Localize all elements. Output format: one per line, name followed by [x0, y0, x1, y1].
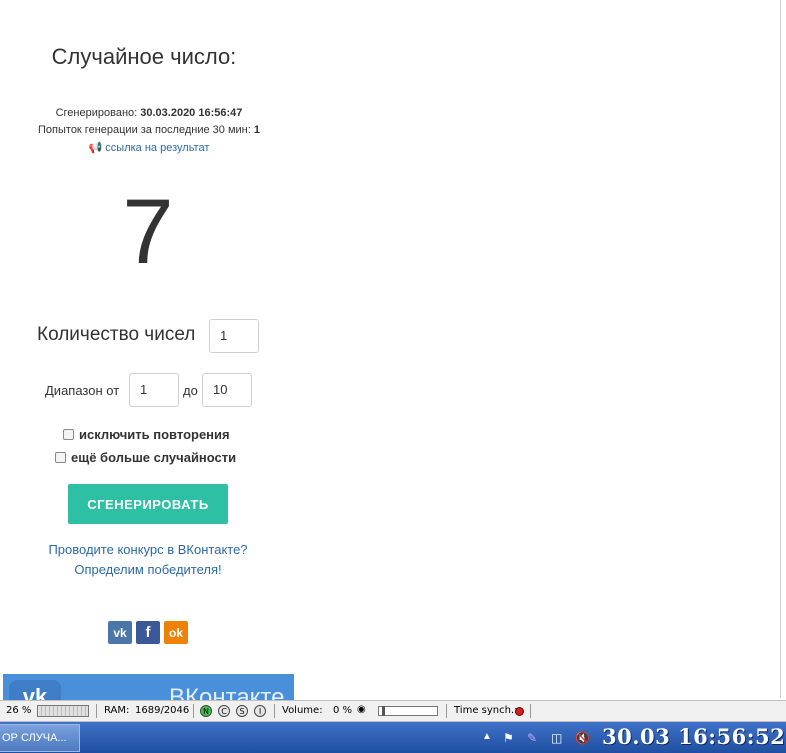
ram-label: RAM:	[104, 705, 130, 716]
cpu-graph	[37, 705, 89, 717]
result-link-label[interactable]: ссылка на результат	[105, 142, 209, 154]
system-status-bar: 26 % RAM: 1689/2046 N C S I Volume: 0 % …	[0, 700, 786, 722]
generated-value: 30.03.2020 16:56:47	[140, 107, 243, 119]
generate-button[interactable]: СГЕНЕРИРОВАТЬ	[68, 484, 228, 524]
exclude-repeats-checkbox[interactable]	[63, 429, 74, 440]
more-random-option[interactable]: ещё больше случайности	[55, 450, 236, 465]
share-vk-button[interactable]: vk	[108, 621, 132, 644]
net-n-indicator[interactable]: N	[200, 705, 212, 717]
separator	[446, 704, 447, 718]
exclude-repeats-label[interactable]: исключить повторения	[79, 427, 230, 442]
volume-label: Volume:	[282, 705, 323, 716]
separator	[96, 704, 97, 718]
pen-icon[interactable]: ✎	[527, 731, 537, 745]
range-to-input[interactable]: 10	[202, 373, 252, 407]
volume-slider[interactable]	[378, 706, 438, 716]
network-icon[interactable]: ◫	[551, 731, 562, 745]
share-facebook-button[interactable]: f	[136, 621, 160, 644]
range-from-label: Диапазон от	[45, 383, 120, 398]
share-odnoklassniki-button[interactable]: ok	[164, 621, 188, 644]
result-link[interactable]: 📢 ссылка на результат	[0, 141, 298, 154]
exclude-repeats-option[interactable]: исключить повторения	[63, 427, 230, 442]
separator	[193, 704, 194, 718]
find-winner-link[interactable]: Определим победителя!	[0, 562, 296, 577]
time-synch-label: Time synch.:	[454, 705, 518, 716]
net-c-indicator[interactable]: C	[218, 705, 230, 717]
speaker-icon[interactable]: ◉	[357, 704, 366, 715]
attempts-info: Попыток генерации за последние 30 мин: 1	[0, 124, 298, 136]
taskbar-window-button[interactable]: ОР СЛУЧА...	[0, 724, 80, 752]
more-random-checkbox[interactable]	[55, 452, 66, 463]
count-label: Количество чисел	[37, 324, 196, 345]
attempts-label: Попыток генерации за последние 30 мин:	[38, 124, 251, 136]
range-to-label: до	[183, 383, 198, 398]
attempts-value: 1	[253, 124, 260, 136]
result-title: Случайное число:	[51, 44, 237, 69]
range-from-input[interactable]: 1	[129, 373, 179, 407]
volume-muted-icon[interactable]: 🔇	[575, 731, 590, 745]
more-random-label[interactable]: ещё больше случайности	[71, 450, 236, 465]
page-border-line	[780, 0, 781, 698]
megaphone-icon: 📢	[88, 142, 103, 154]
time-synch-status-icon	[515, 707, 524, 716]
separator	[530, 704, 531, 718]
volume-value: 0 %	[333, 705, 353, 716]
tray-expand-icon[interactable]: ▲	[482, 731, 492, 742]
net-s-indicator[interactable]: S	[236, 705, 248, 717]
vk-contest-link[interactable]: Проводите конкурс в ВКонтакте?	[0, 542, 296, 557]
cpu-value: 26 %	[6, 705, 32, 716]
flag-icon[interactable]: ⚑	[503, 731, 514, 745]
taskbar: ОР СЛУЧА... ▲ ⚑ ✎ ◫ 🔇 30.03 16:56:52	[0, 722, 786, 753]
count-input[interactable]: 1	[209, 319, 259, 353]
random-number: 7	[122, 181, 174, 283]
clock[interactable]: 30.03 16:56:52	[602, 724, 785, 749]
generated-label: Сгенерировано:	[55, 107, 138, 119]
net-i-indicator[interactable]: I	[254, 705, 266, 717]
separator	[274, 704, 275, 718]
ram-value: 1689/2046	[135, 705, 190, 716]
generated-info: Сгенерировано: 30.03.2020 16:56:47	[0, 107, 298, 119]
